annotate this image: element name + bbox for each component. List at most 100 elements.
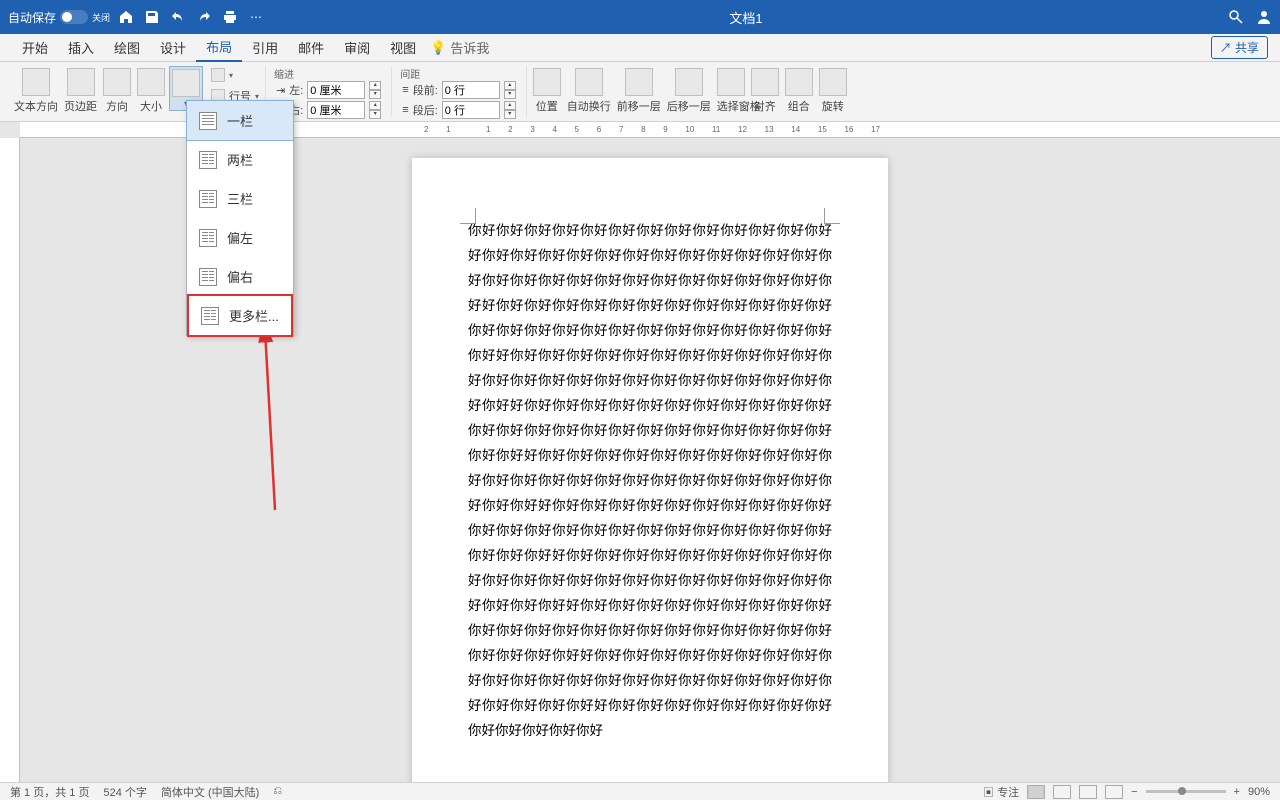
right-column-icon (199, 268, 217, 286)
zoom-out[interactable]: − (1131, 786, 1137, 798)
spacing-before-input[interactable] (442, 81, 500, 99)
wrap-text-icon (575, 68, 603, 96)
spacing-after-down[interactable]: ▾ (504, 110, 516, 119)
word-count[interactable]: 524 个字 (103, 784, 146, 800)
bulb-icon: 💡 (430, 40, 446, 56)
undo-icon[interactable] (170, 9, 186, 25)
tab-review[interactable]: 审阅 (334, 34, 380, 62)
columns-one[interactable]: 一栏 (186, 100, 294, 141)
language[interactable]: 简体中文 (中国大陆) (161, 784, 259, 800)
tell-me[interactable]: 💡 告诉我 (430, 38, 489, 57)
tab-design[interactable]: 设计 (150, 34, 196, 62)
indent-right-input[interactable] (307, 101, 365, 119)
align-label: 对齐 (754, 98, 776, 114)
indent-left-row: ⇥ 左: ▴▾ (276, 81, 381, 99)
columns-right[interactable]: 偏右 (187, 257, 293, 296)
search-icon[interactable] (1228, 9, 1244, 25)
tab-draw[interactable]: 绘图 (104, 34, 150, 62)
indent-left-input[interactable] (307, 81, 365, 99)
position-label: 位置 (536, 98, 558, 114)
toggle-switch-icon[interactable] (60, 10, 88, 24)
spacing-after-up[interactable]: ▴ (504, 101, 516, 110)
group-button[interactable]: 组合 (783, 66, 815, 116)
focus-mode[interactable]: ▣ 专注 (983, 784, 1019, 800)
document-page[interactable]: 你好你好你好你好你好你好你好你好你好你好你好你好你好好你好你好你好你好你好你好你… (412, 158, 888, 782)
size-button[interactable]: 大小 (135, 66, 167, 116)
columns-more-label: 更多栏... (229, 306, 279, 325)
rotate-button[interactable]: 旋转 (817, 66, 849, 116)
view-outline[interactable] (1105, 785, 1123, 799)
indent-right-up[interactable]: ▴ (369, 101, 381, 110)
page-info[interactable]: 第 1 页，共 1 页 (10, 784, 89, 800)
group-icon (785, 68, 813, 96)
send-backward-icon (675, 68, 703, 96)
document-body-text[interactable]: 你好你好你好你好你好你好你好你好你好你好你好你好你好好你好你好你好你好你好你好你… (468, 218, 832, 743)
orientation-label: 方向 (106, 98, 128, 114)
tab-layout[interactable]: 布局 (196, 34, 242, 62)
size-icon (137, 68, 165, 96)
spacing-before-up[interactable]: ▴ (504, 81, 516, 90)
document-title: 文档1 (264, 8, 1228, 27)
tab-mailings[interactable]: 邮件 (288, 34, 334, 62)
orientation-button[interactable]: 方向 (101, 66, 133, 116)
margins-icon (67, 68, 95, 96)
view-print-layout[interactable] (1027, 785, 1045, 799)
indent-left-up[interactable]: ▴ (369, 81, 381, 90)
view-web-layout[interactable] (1079, 785, 1097, 799)
spacing-before-down[interactable]: ▾ (504, 90, 516, 99)
columns-left-label: 偏左 (227, 228, 253, 247)
columns-left[interactable]: 偏左 (187, 218, 293, 257)
home-icon[interactable] (118, 9, 134, 25)
share-button[interactable]: ↗ 共享 (1211, 36, 1268, 59)
account-icon[interactable] (1256, 9, 1272, 25)
tab-view[interactable]: 视图 (380, 34, 426, 62)
tab-insert[interactable]: 插入 (58, 34, 104, 62)
position-button[interactable]: 位置 (531, 66, 563, 116)
redo-icon[interactable] (196, 9, 212, 25)
share-label: 共享 (1235, 41, 1259, 55)
spacing-group-label: 间距 (396, 66, 521, 81)
spacing-before-row: ≡ 段前: ▴▾ (402, 81, 515, 99)
text-direction-button[interactable]: 文本方向 (12, 66, 60, 116)
spacing-before-icon: ≡ (402, 84, 408, 96)
vertical-ruler[interactable] (0, 138, 20, 782)
wrap-text-button[interactable]: 自动换行 (565, 66, 613, 116)
zoom-slider[interactable] (1146, 790, 1226, 793)
margin-corner-icon (460, 208, 476, 224)
indent-right-down[interactable]: ▾ (369, 110, 381, 119)
tab-references[interactable]: 引用 (242, 34, 288, 62)
columns-right-label: 偏右 (227, 267, 253, 286)
autosave-toggle[interactable]: 自动保存 关闭 (8, 9, 110, 26)
more-icon[interactable]: ⋯ (248, 9, 264, 25)
accessibility-icon[interactable]: ⎌ (273, 785, 282, 798)
spacing-before-label: 段前: (413, 82, 438, 98)
selection-pane-button[interactable]: 选择窗格 (715, 66, 747, 116)
zoom-level[interactable]: 90% (1248, 786, 1270, 798)
columns-two-label: 两栏 (227, 150, 253, 169)
margins-button[interactable]: 页边距 (62, 66, 99, 116)
align-button[interactable]: 对齐 (749, 66, 781, 116)
text-direction-icon (22, 68, 50, 96)
zoom-in[interactable]: + (1234, 786, 1240, 798)
save-icon[interactable] (144, 9, 160, 25)
left-column-icon (199, 229, 217, 247)
send-backward-button[interactable]: 后移一层 (665, 66, 713, 116)
print-icon[interactable] (222, 9, 238, 25)
status-bar: 第 1 页，共 1 页 524 个字 简体中文 (中国大陆) ⎌ ▣ 专注 − … (0, 782, 1280, 800)
bring-forward-label: 前移一层 (617, 98, 661, 114)
title-bar: 自动保存 关闭 ⋯ 文档1 (0, 0, 1280, 34)
spacing-after-input[interactable] (442, 101, 500, 119)
columns-more[interactable]: 更多栏... (187, 294, 293, 337)
view-read-mode[interactable] (1053, 785, 1071, 799)
columns-three[interactable]: 三栏 (187, 179, 293, 218)
indent-left-icon: ⇥ (276, 84, 285, 97)
indent-left-down[interactable]: ▾ (369, 90, 381, 99)
tab-home[interactable]: 开始 (12, 34, 58, 62)
tell-me-label: 告诉我 (450, 38, 489, 57)
columns-two[interactable]: 两栏 (187, 140, 293, 179)
one-column-icon (199, 112, 217, 130)
breaks-button[interactable]: ▾ (209, 66, 261, 84)
align-icon (751, 68, 779, 96)
bring-forward-button[interactable]: 前移一层 (615, 66, 663, 116)
selection-pane-label: 选择窗格 (717, 98, 745, 114)
